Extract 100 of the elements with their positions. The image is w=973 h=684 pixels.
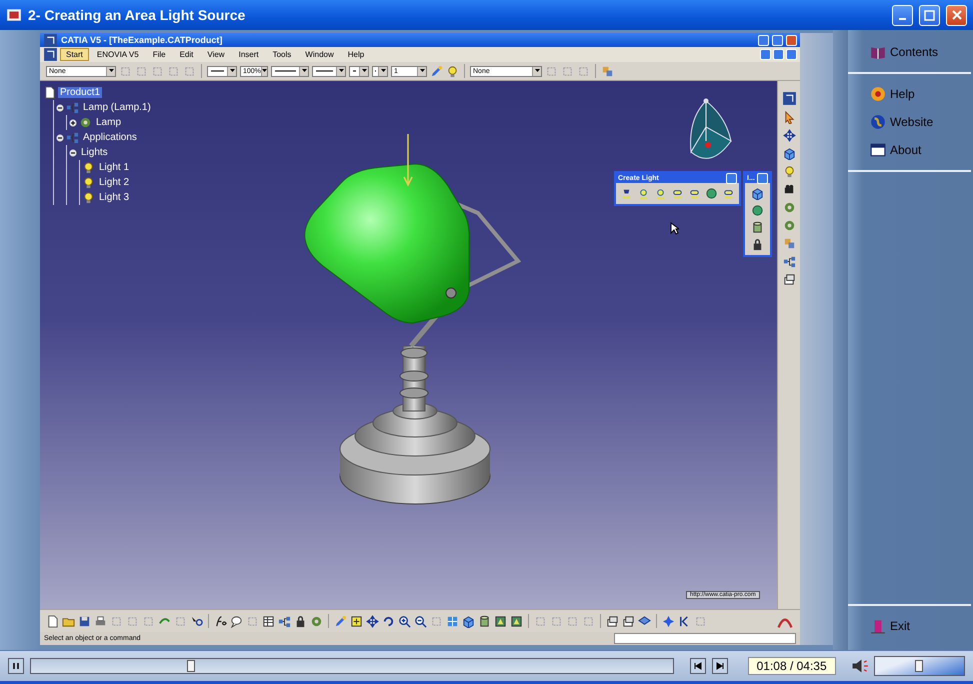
cylinder-icon[interactable] [750,221,764,234]
tree-item[interactable]: Light 3 [97,192,132,203]
sphere-icon[interactable] [705,187,718,200]
formula-icon[interactable] [214,614,227,628]
menu-item[interactable]: Insert [232,48,265,61]
menu-item[interactable]: File [146,48,172,61]
bulb-icon[interactable] [82,176,95,189]
sidebar-link[interactable]: Help [848,80,973,108]
menu-item[interactable]: ENOVIA V5 [90,48,145,61]
speaker-icon[interactable] [850,657,868,675]
bulb-icon[interactable] [446,64,459,78]
menu-item[interactable]: Start [60,48,89,61]
volume-track[interactable] [874,656,965,676]
minimize-button[interactable] [758,34,769,46]
pause-button[interactable] [8,658,24,674]
printer-icon[interactable] [94,614,107,628]
help-icon[interactable] [870,86,886,102]
cube-icon[interactable] [750,187,764,200]
line-style-dropdown[interactable] [349,66,369,76]
quad-view-icon[interactable] [446,614,459,628]
padlock-icon[interactable] [294,614,307,628]
point-light-icon[interactable] [637,187,650,200]
sidebar-link[interactable]: Contents [848,38,973,66]
camera-icon[interactable] [782,183,796,196]
collapse-icon[interactable] [56,104,64,112]
menu-item[interactable]: Edit [174,48,200,61]
zoom-in-icon[interactable] [398,614,411,628]
blocks-icon[interactable] [601,64,614,78]
close-button[interactable] [946,4,967,26]
sidebar-link[interactable]: About [848,136,973,164]
collapse-icon[interactable] [69,148,77,156]
close-button[interactable] [756,172,768,184]
cylinder-icon[interactable] [478,614,491,628]
menu-item[interactable]: Window [299,48,340,61]
tree-item[interactable]: Light 2 [97,177,132,188]
minimize-button[interactable] [760,49,771,60]
stacked-sheets-icon[interactable] [606,614,619,628]
blocks-icon[interactable] [782,237,796,250]
globe-icon[interactable] [870,114,886,130]
node-tree-icon[interactable] [66,101,79,114]
point-light-icon[interactable] [654,187,667,200]
minimize-button[interactable] [892,4,913,26]
line-style-dropdown[interactable] [207,66,237,76]
tree-item[interactable]: Applications [81,132,139,143]
bulb-icon[interactable] [82,191,95,204]
command-input-field[interactable] [614,633,796,644]
bulb-icon[interactable] [782,165,796,178]
logo-tile-icon[interactable] [43,47,58,62]
stacked-sheets-icon[interactable] [622,614,635,628]
volume-thumb[interactable] [915,660,924,672]
tree-item[interactable]: Product1 [58,87,102,98]
table-icon[interactable] [262,614,275,628]
collapse-icon[interactable] [56,134,64,142]
logo-tile-icon[interactable] [782,91,796,106]
gear-icon[interactable] [79,116,92,129]
menu-item[interactable]: Tools [266,48,298,61]
tree-item[interactable]: Lights [79,147,110,158]
stacked-sheets-icon[interactable] [782,273,796,286]
line-style-dropdown[interactable] [372,66,388,76]
speech-bubble-icon[interactable] [230,614,243,628]
logo-tile-icon[interactable] [43,32,58,48]
menu-item[interactable]: Help [342,48,370,61]
tree-item[interactable]: Lamp (Lamp.1) [81,102,153,113]
zoom-out-icon[interactable] [414,614,427,628]
diamond-layers-icon[interactable] [638,614,651,628]
brush-icon[interactable] [430,64,443,78]
sidebar-link[interactable]: Website [848,108,973,136]
previous-button[interactable] [690,658,706,674]
cursor-arrow-icon[interactable] [782,111,796,124]
exit-link[interactable]: Exit [848,612,973,640]
close-button[interactable] [726,172,737,184]
rotate-icon[interactable] [382,614,395,628]
node-tree-icon[interactable] [278,614,291,628]
maximize-button[interactable] [919,4,940,26]
window-icon[interactable] [870,142,886,158]
next-button[interactable] [712,658,728,674]
question-cursor-icon[interactable] [190,614,203,628]
restore-button[interactable] [773,49,784,60]
pan-arrows-icon[interactable] [366,614,379,628]
tree-item[interactable]: Light 1 [97,162,132,173]
line-style-dropdown[interactable] [312,66,346,76]
cube-icon[interactable] [462,614,475,628]
close-button[interactable] [786,34,797,46]
restore-button[interactable] [772,34,783,46]
shaded-view-icon[interactable] [510,614,523,628]
seek-thumb[interactable] [187,660,196,672]
shaded-view-icon[interactable] [494,614,507,628]
node-tree-icon[interactable] [782,255,796,268]
menu-item[interactable]: View [201,48,231,61]
spot-light-icon[interactable] [620,187,633,200]
bulb-icon[interactable] [82,161,95,174]
tree-item[interactable]: Lamp [94,117,124,128]
document-icon[interactable] [43,86,56,99]
pan-arrows-icon[interactable] [782,129,796,142]
sphere-icon[interactable] [750,204,764,217]
seek-track[interactable] [30,658,674,674]
document-icon[interactable] [46,614,59,628]
compass-arrows-icon[interactable] [662,614,675,628]
expand-icon[interactable] [69,118,77,126]
cube-icon[interactable] [782,147,796,160]
